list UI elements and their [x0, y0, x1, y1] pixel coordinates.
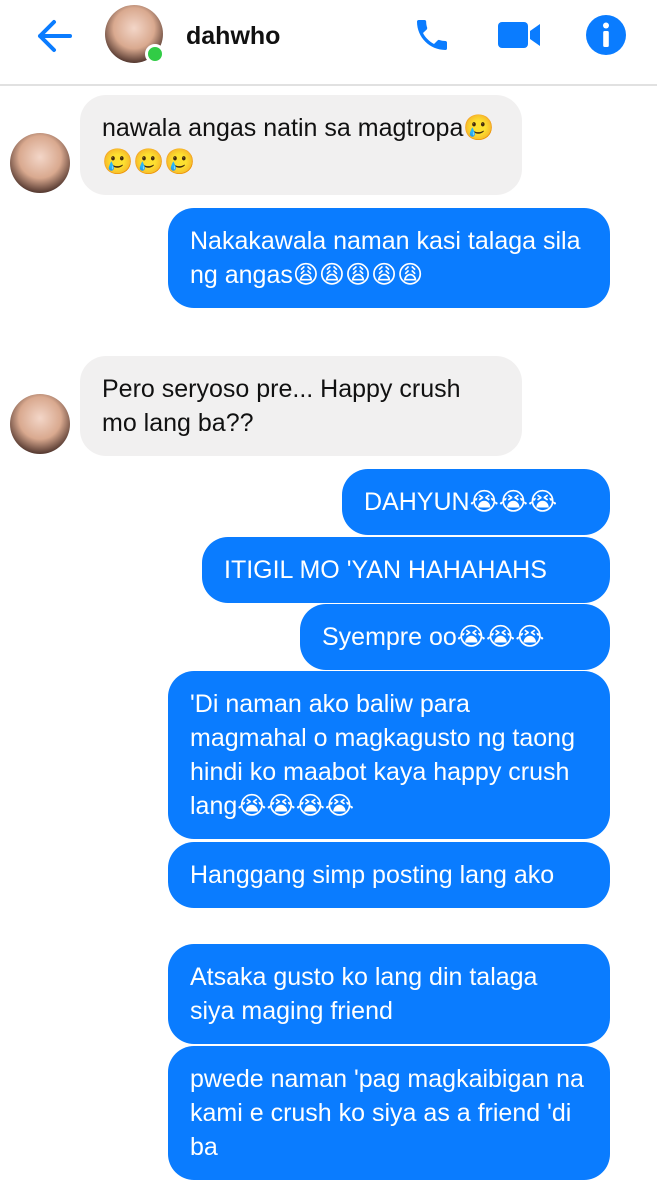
- phone-icon: [417, 20, 447, 50]
- message-bubble-incoming[interactable]: nawala angas natin sa magtropa🥲🥲🥲🥲: [80, 95, 522, 195]
- call-button[interactable]: [407, 12, 457, 58]
- back-button[interactable]: [30, 14, 78, 58]
- contact-name[interactable]: dahwho: [186, 22, 280, 51]
- video-camera-icon: [498, 22, 540, 48]
- message-bubble-outgoing[interactable]: DAHYUN😭😭😭: [342, 469, 610, 535]
- message-list[interactable]: nawala angas natin sa magtropa🥲🥲🥲🥲 Nakak…: [0, 88, 657, 1200]
- message-bubble-outgoing[interactable]: Syempre oo😭😭😭: [300, 604, 610, 670]
- message-bubble-outgoing[interactable]: 'Di naman ako baliw para magmahal o magk…: [168, 671, 610, 839]
- contact-avatar-small[interactable]: [10, 394, 70, 454]
- message-bubble-outgoing[interactable]: Nakakawala naman kasi talaga sila ng ang…: [168, 208, 610, 308]
- message-bubble-outgoing[interactable]: pwede naman 'pag magkaibigan na kami e c…: [168, 1046, 610, 1180]
- contact-avatar-small[interactable]: [10, 133, 70, 193]
- message-bubble-outgoing[interactable]: Atsaka gusto ko lang din talaga siya mag…: [168, 944, 610, 1044]
- message-bubble-outgoing[interactable]: ITIGIL MO 'YAN HAHAHAHS: [202, 537, 610, 603]
- message-bubble-outgoing[interactable]: Hanggang simp posting lang ako: [168, 842, 610, 908]
- message-bubble-incoming[interactable]: Pero seryoso pre... Happy crush mo lang …: [80, 356, 522, 456]
- back-arrow-icon: [38, 20, 72, 52]
- info-button[interactable]: [581, 12, 631, 58]
- video-call-button[interactable]: [494, 12, 544, 58]
- online-status-dot: [145, 44, 165, 64]
- chat-header: dahwho: [0, 0, 657, 86]
- info-icon: [586, 15, 626, 55]
